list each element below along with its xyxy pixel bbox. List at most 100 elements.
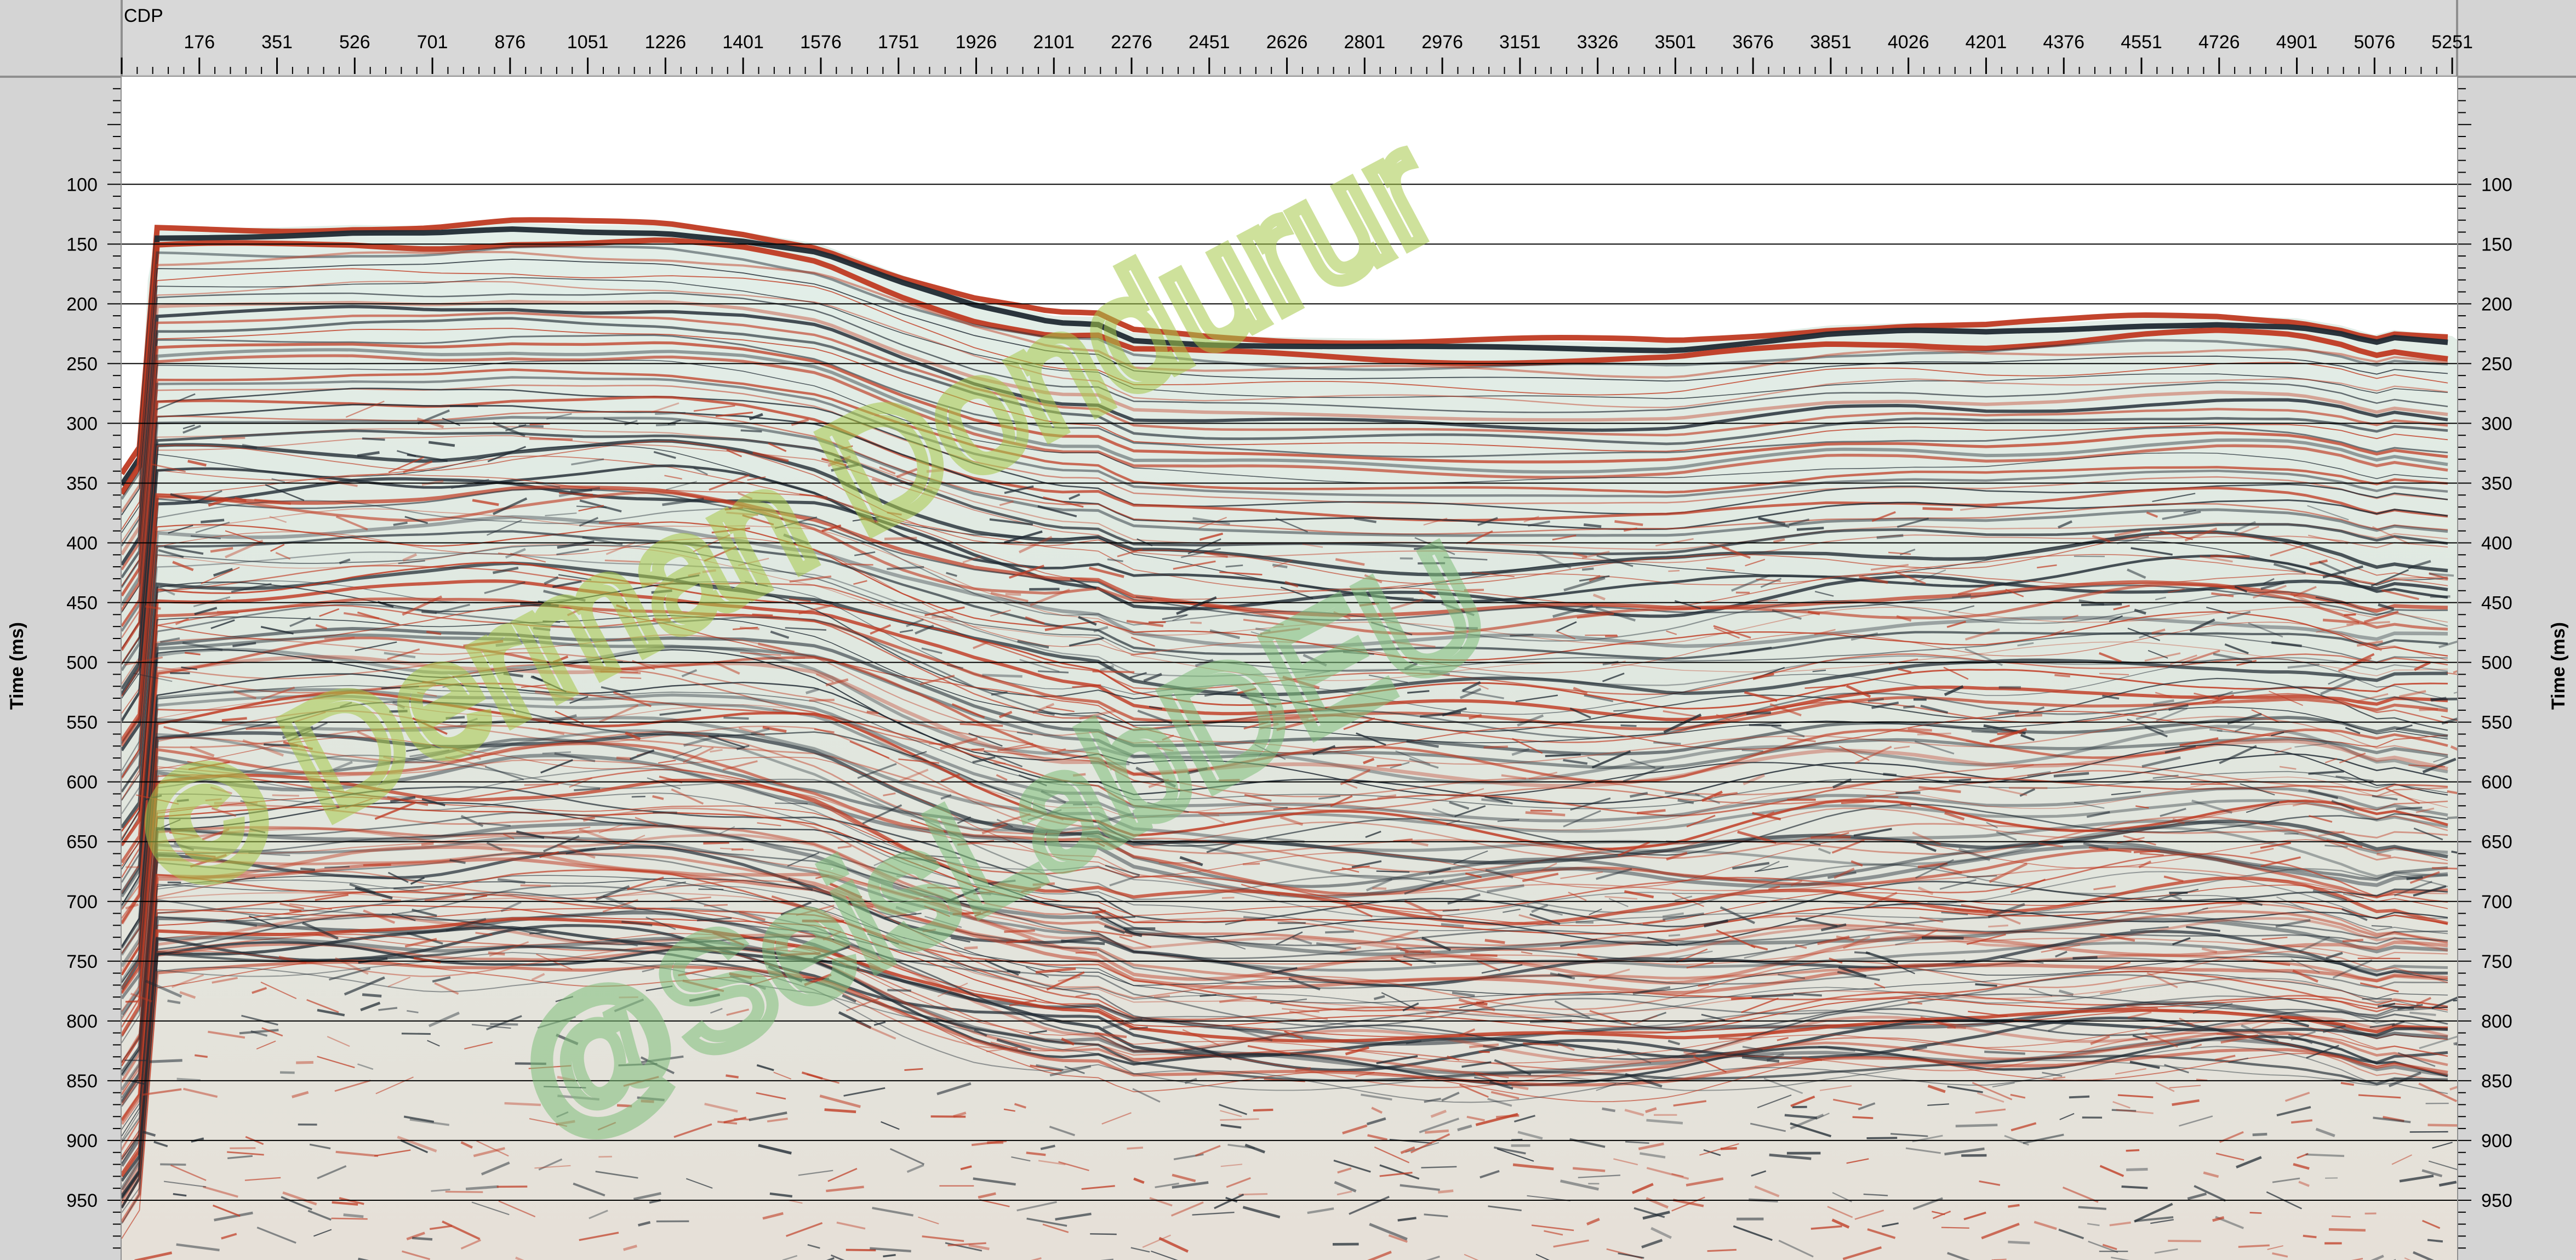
reflector-segment [703,841,729,845]
reflector-segment [1917,732,1951,736]
reflector-segment [1796,527,1824,531]
x-tick-label: 4551 [2121,32,2162,53]
reflector-segment [1883,773,1897,777]
reflector-segment [1668,934,1681,937]
reflector-segment [518,424,544,428]
reflector-segment [731,848,744,851]
reflector-segment [1220,1118,1259,1121]
reflector-segment [1005,592,1021,596]
reflector-segment [1438,1189,1454,1194]
x-tick-label: 2276 [1111,32,1152,53]
y-tick-label-right: 550 [2481,712,2512,733]
y-tick-label-left: 550 [66,712,98,733]
x-tick-label: 3851 [1810,32,1852,53]
y-tick-label-left: 800 [66,1011,98,1032]
reflector-segment [1741,749,1763,752]
y-tick-label-left: 750 [66,951,98,972]
x-tick-label: 526 [339,32,370,53]
y-tick-label-right: 950 [2481,1190,2512,1211]
reflector-segment [792,657,806,659]
reflector-segment [2419,708,2438,711]
x-tick-label: 2101 [1033,32,1075,53]
reflector-segment [1483,745,1508,749]
y-tick-label-left: 950 [66,1190,98,1211]
reflector-segment [2210,555,2250,558]
y-tick-label-right: 250 [2481,354,2512,374]
y-tick-label-left: 300 [66,413,98,434]
reflector-segment [2069,1095,2090,1099]
reflector-segment [1949,778,1972,782]
reflector-segment [1325,930,1354,934]
reflector-segment [598,1155,612,1158]
reflector-segment [2303,1234,2317,1239]
reflector-segment [1510,634,1534,637]
x-axis-label: CDP [124,5,163,26]
reflector-segment [653,811,677,814]
reflector-segment [1988,924,2009,928]
x-tick-label: 2976 [1421,32,1463,53]
reflector-segment [125,1000,138,1003]
reflector-segment [296,1061,313,1064]
reflector-segment [1749,724,1781,727]
reflector-segment [1581,567,1594,571]
reflector-segment [1955,1124,1998,1127]
x-tick-label: 2801 [1344,32,1385,53]
x-tick-label: 2626 [1266,32,1308,53]
y-tick-label-right: 600 [2481,772,2512,793]
x-tick-label: 3151 [1499,32,1541,53]
x-tick-label: 5251 [2431,32,2473,53]
reflector-segment [2126,1149,2140,1152]
reflector-segment [2054,674,2070,678]
y-tick-label-left: 650 [66,832,98,853]
reflector-segment [289,909,302,913]
reflector-segment [331,1217,368,1220]
reflector-segment [149,1059,182,1063]
x-tick-label: 4376 [2043,32,2084,53]
x-tick-label: 876 [494,32,526,53]
x-tick-label: 4201 [1966,32,2007,53]
reflector-segment [2342,938,2363,943]
y-tick-label-left: 100 [66,174,98,195]
x-tick-label: 3676 [1732,32,1774,53]
reflector-segment [1470,953,1498,957]
x-tick-label: 5076 [2354,32,2395,53]
y-tick-label-right: 900 [2481,1131,2512,1151]
reflector-segment [216,611,239,614]
reflector-segment [655,412,686,415]
reflector-segment [488,951,505,956]
y-tick-label-left: 150 [66,234,98,255]
reflector-segment [160,1163,186,1166]
reflector-segment [445,1190,483,1193]
reflector-segment [324,865,350,869]
x-tick-label: 4726 [2198,32,2240,53]
reflector-segment [2015,714,2042,717]
y-tick-label-right: 700 [2481,892,2512,913]
y-tick-label-right: 200 [2481,294,2512,315]
y-tick-label-right: 300 [2481,413,2512,434]
y-tick-label-left: 200 [66,294,98,315]
y-tick-label-left: 500 [66,653,98,674]
reflector-segment [2121,1185,2148,1189]
reflector-segment [2008,1240,2030,1245]
reflector-segment [2126,1167,2148,1171]
y-tick-label-right: 800 [2481,1011,2512,1032]
reflector-segment [2430,595,2451,598]
reflector-segment [1127,1147,1144,1150]
y-tick-label-right: 100 [2481,174,2512,195]
reflector-segment [2305,1153,2345,1158]
reflector-segment [529,437,573,441]
y-tick-label-right: 850 [2481,1071,2512,1092]
reflector-segment [1425,1129,1449,1134]
reflector-segment [529,423,550,426]
y-tick-label-left: 600 [66,772,98,793]
reflector-segment [982,674,1023,678]
x-tick-label: 3501 [1655,32,1697,53]
reflector-segment [1758,599,1778,602]
reflector-segment [1653,741,1681,745]
reflector-segment [421,842,434,846]
reflector-segment [2406,876,2423,881]
reflector-segment [343,1213,364,1218]
reflector-segment [1746,711,1771,715]
reflector-segment [2432,867,2457,870]
y-tick-label-right: 650 [2481,832,2512,853]
